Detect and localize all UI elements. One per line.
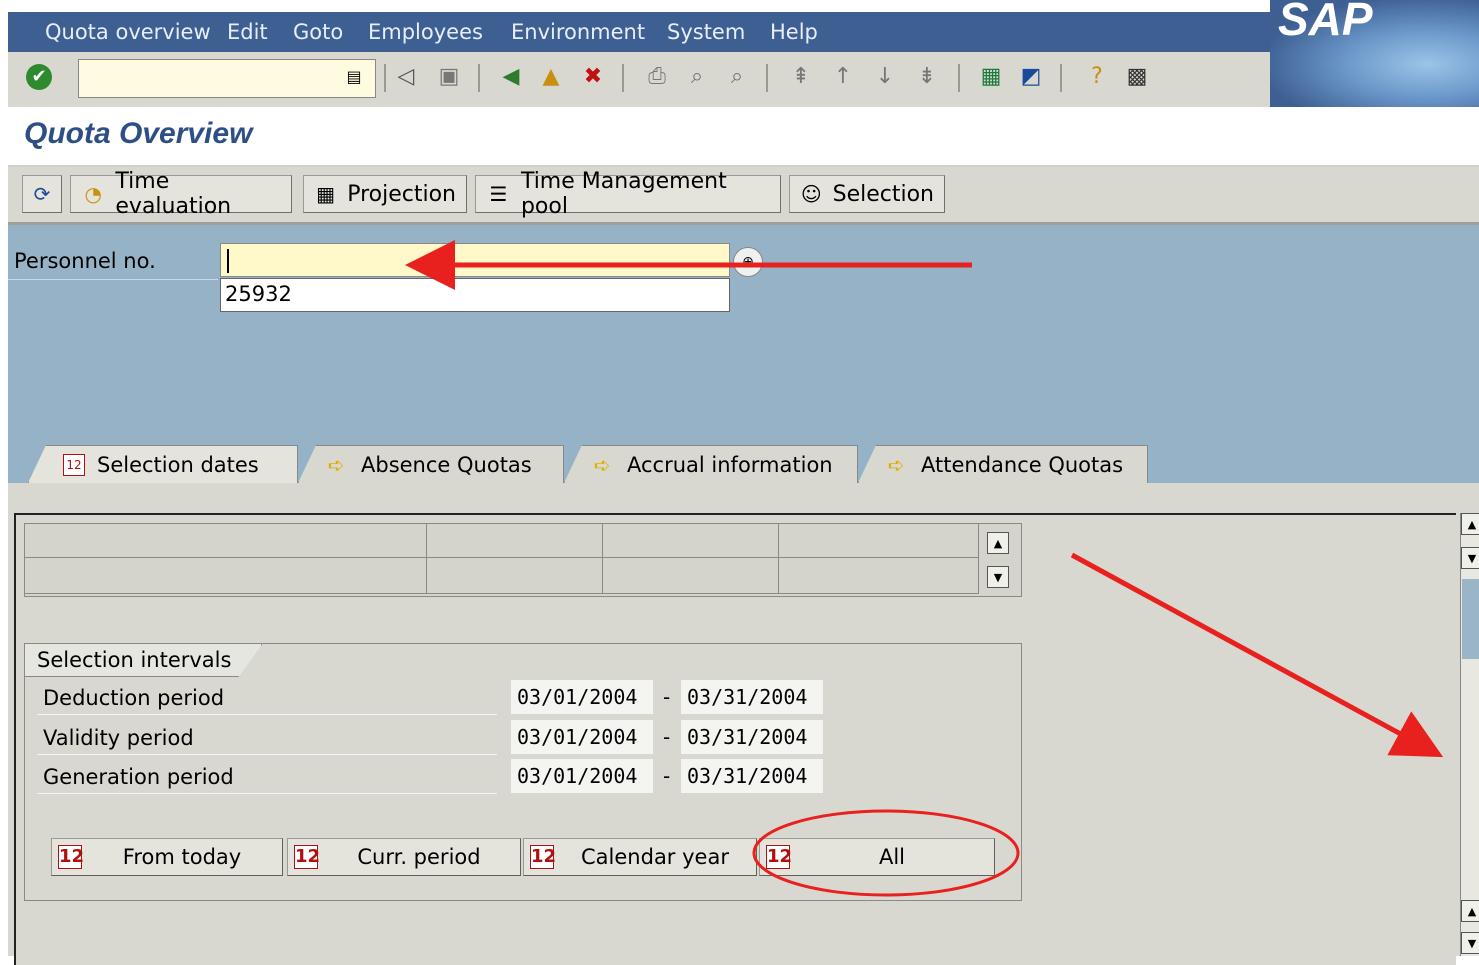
annotation-arrow-scrollbar [1070,552,1444,758]
annotation-overlay [405,240,1444,897]
annotation-circle-all-button [752,809,1020,897]
